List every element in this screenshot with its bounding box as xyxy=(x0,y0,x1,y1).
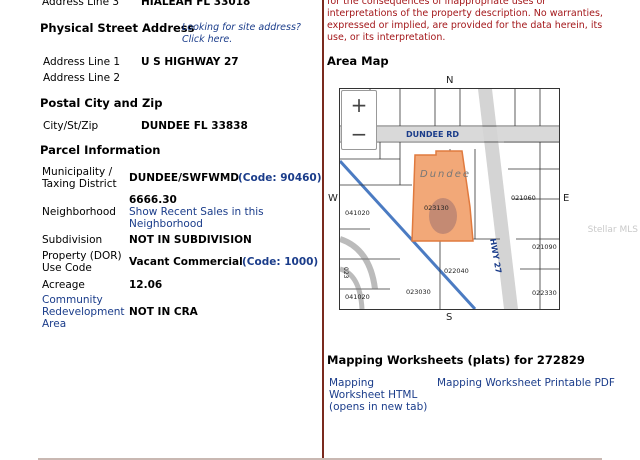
area-map[interactable]: DUNDEE RD Dundee HWY 27 023130 021060 04… xyxy=(339,88,560,310)
cra-value: NOT IN CRA xyxy=(129,306,198,318)
parcel-info-heading: Parcel Information xyxy=(40,143,161,157)
watermark: Stellar MLS xyxy=(587,225,638,235)
address-line3-label: Address Line 3 xyxy=(42,0,120,8)
compass-west: W xyxy=(328,193,338,204)
cra-label-link[interactable]: Community Redevelopment Area xyxy=(42,294,126,330)
acreage-value: 12.06 xyxy=(129,279,163,291)
parcel-label-041020-a: 041020 xyxy=(345,209,370,217)
compass-east: E xyxy=(563,193,570,204)
worksheets-heading: Mapping Worksheets (plats) for 272829 xyxy=(327,353,585,367)
zoom-out-button[interactable]: − xyxy=(342,120,376,149)
column-divider xyxy=(322,0,324,460)
address-line3-value: HIALEAH FL 33018 xyxy=(141,0,251,8)
city-st-zip-label: City/St/Zip xyxy=(43,120,99,132)
municipality-value: DUNDEE/SWFWMD xyxy=(129,172,239,184)
compass-north: N xyxy=(446,75,454,86)
town-label: Dundee xyxy=(420,169,471,180)
address-line2-label: Address Line 2 xyxy=(43,72,121,84)
municipality-code-link[interactable]: (Code: 90460) xyxy=(238,172,322,184)
address-line1-value: U S HIGHWAY 27 xyxy=(141,56,239,68)
neighborhood-label: Neighborhood xyxy=(42,206,116,218)
zoom-in-button[interactable]: + xyxy=(342,91,376,120)
zoom-control: + − xyxy=(341,90,377,150)
neighborhood-number: 6666.30 xyxy=(129,194,177,206)
physical-address-heading: Physical Street Address xyxy=(40,21,195,35)
worksheet-pdf-link[interactable]: Mapping Worksheet Printable PDF xyxy=(437,377,615,389)
city-st-zip-value: DUNDEE FL 33838 xyxy=(141,120,248,132)
road-label-dundee: DUNDEE RD xyxy=(406,130,459,139)
use-code-link[interactable]: (Code: 1000) xyxy=(242,256,318,268)
parcel-label-041020-b: 041020 xyxy=(345,293,370,301)
address-line1-label: Address Line 1 xyxy=(43,56,121,68)
parcel-label-023030: 023030 xyxy=(406,288,431,296)
parcel-label-021060: 021060 xyxy=(511,194,536,202)
area-map-heading: Area Map xyxy=(327,54,389,68)
parcel-label-022040: 022040 xyxy=(444,267,469,275)
disclaimer-text: for the consequences of inappropriate us… xyxy=(327,0,603,43)
left-panel: Address Line 3 HIALEAH FL 33018 Physical… xyxy=(0,0,322,460)
subdivision-value: NOT IN SUBDIVISION xyxy=(129,234,252,246)
parcel-label-021090: 021090 xyxy=(532,243,557,251)
compass-south: S xyxy=(446,312,453,323)
parcel-label-022330: 022330 xyxy=(532,289,557,297)
use-code-value: Vacant Commercial xyxy=(129,256,243,268)
use-code-label: Property (DOR) Use Code xyxy=(42,250,122,274)
parcel-label-side: 023 xyxy=(342,267,349,279)
site-address-hint-link[interactable]: Looking for site address? Click here. xyxy=(182,22,322,46)
parcel-label-023130: 023130 xyxy=(424,204,449,212)
worksheet-html-link[interactable]: Mapping Worksheet HTML (opens in new tab… xyxy=(329,377,433,413)
postal-heading: Postal City and Zip xyxy=(40,96,163,110)
municipality-label: Municipality / Taxing District xyxy=(42,166,117,190)
recent-sales-link[interactable]: Show Recent Sales in this Neighborhood xyxy=(129,206,279,230)
acreage-label: Acreage xyxy=(42,279,85,291)
subdivision-label: Subdivision xyxy=(42,234,103,246)
